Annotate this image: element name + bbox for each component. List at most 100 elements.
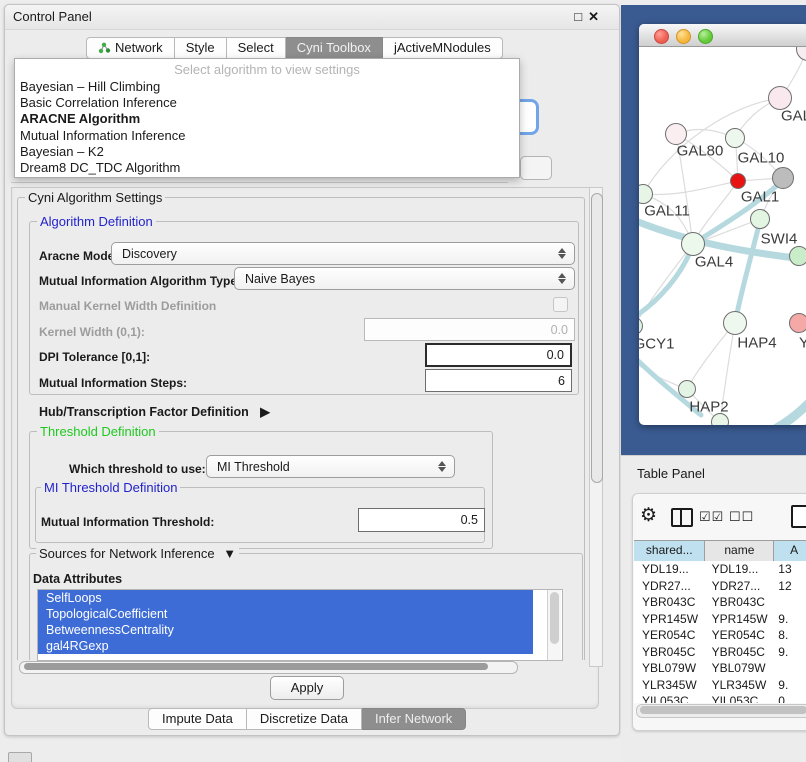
which-threshold-label: Which threshold to use: [69, 462, 206, 476]
kernel-width-label: Kernel Width (0,1): [39, 325, 145, 339]
dpi-tolerance-field[interactable]: 0.0 [425, 343, 572, 367]
data-attribute-item[interactable]: gal4RGexp [38, 638, 533, 654]
table-row[interactable]: YBL079WYBL079W [634, 660, 806, 677]
algorithm-option[interactable]: Mutual Information Inference [15, 128, 519, 144]
settings-vertical-scrollbar[interactable] [589, 187, 603, 667]
table-row[interactable]: YLR345WYLR345W9. [634, 677, 806, 694]
network-node-gal10[interactable] [725, 128, 745, 148]
tab-cyni-toolbox[interactable]: Cyni Toolbox [286, 37, 383, 59]
apply-button[interactable]: Apply [270, 676, 344, 700]
deselect-all-icon[interactable]: ☐☐ [729, 509, 754, 525]
select-all-icon[interactable]: ☑☑ [699, 509, 724, 525]
table-toolbar: ⚙ ☑☑ ☐☐ [633, 500, 806, 534]
network-node-y[interactable] [789, 313, 806, 333]
table-cell: YER054C [634, 627, 706, 644]
column-header[interactable]: A [774, 541, 806, 561]
table-cell: YDR27... [634, 578, 706, 595]
data-attribute-item[interactable]: TopologicalCoefficient [38, 606, 533, 622]
tab-label: Network [115, 38, 163, 58]
data-attribute-item[interactable]: SelfLoops [38, 590, 533, 606]
manual-kernel-width-label: Manual Kernel Width Definition [39, 299, 216, 313]
algorithm-option[interactable]: ARACNE Algorithm [15, 111, 519, 127]
collapse-down-icon: ▼ [223, 546, 236, 561]
new-table-icon[interactable] [791, 505, 806, 528]
network-node-hap4[interactable] [723, 311, 747, 335]
kernel-width-field[interactable]: 0.0 [364, 318, 575, 341]
tab-network[interactable]: Network [86, 37, 175, 59]
stepper-icon [558, 268, 566, 289]
mi-steps-field[interactable]: 6 [425, 369, 572, 392]
table-cell: YIL053C [634, 693, 706, 703]
network-node[interactable] [772, 167, 794, 189]
attributes-scrollbar[interactable] [547, 590, 561, 660]
algorithm-option[interactable]: Dream8 DC_TDC Algorithm [15, 160, 519, 176]
minimize-traffic-icon[interactable] [676, 29, 691, 44]
algorithm-option[interactable]: Basic Correlation Inference [15, 95, 519, 111]
network-node-swi4[interactable] [750, 209, 770, 229]
minimized-panel-icon[interactable] [8, 752, 32, 762]
node-label: GAL11 [644, 203, 690, 220]
stepper-icon [438, 456, 446, 477]
tab-infer-network[interactable]: Infer Network [362, 708, 466, 730]
network-node-gal4[interactable] [681, 232, 705, 256]
table-row[interactable]: YDR27...YDR27...12 [634, 578, 806, 595]
network-node-gal[interactable] [768, 86, 792, 110]
network-node-hap2[interactable] [678, 380, 696, 398]
data-attribute-item[interactable]: BetweennessCentrality [38, 622, 533, 638]
settings-gear-icon[interactable]: ⚙ [640, 504, 657, 527]
data-attributes-list[interactable]: SelfLoopsTopologicalCoefficientBetweenne… [37, 589, 563, 661]
node-label: GCY1 [639, 336, 674, 353]
tab-style[interactable]: Style [175, 37, 227, 59]
aracne-mode-select[interactable]: Discovery [111, 242, 575, 265]
sources-title: Sources for Network Inference [39, 546, 215, 561]
mi-threshold-field[interactable]: 0.5 [358, 508, 485, 532]
column-header[interactable]: name [705, 541, 774, 561]
close-window-icon[interactable]: ✕ [588, 9, 605, 24]
hidden-group-edge [11, 182, 508, 183]
mi-algorithm-type-select[interactable]: Naive Bayes [234, 267, 575, 290]
tab-select[interactable]: Select [227, 37, 286, 59]
table-cell: 12 [774, 578, 806, 595]
which-threshold-value: MI Threshold [217, 460, 290, 474]
table-row[interactable]: YDL19...YDL19...13 [634, 561, 806, 578]
mi-algorithm-type-label: Mutual Information Algorithm Type: [39, 274, 241, 288]
table-panel: Table Panel ⚙ ☑☑ ☐☐ shared...nameA YDL19… [621, 455, 806, 762]
table-cell: YER054C [706, 627, 775, 644]
sources-toggle[interactable]: Sources for Network Inference ▼ [36, 547, 239, 560]
network-node-gal1[interactable] [730, 173, 746, 189]
hub-definition-toggle[interactable]: Hub/Transcription Factor Definition ▶ [39, 404, 270, 419]
settings-horizontal-scrollbar[interactable] [19, 661, 518, 674]
table-horizontal-scrollbar[interactable] [636, 704, 806, 718]
table-row[interactable]: YBR043CYBR043C [634, 594, 806, 611]
network-canvas[interactable]: GALGAL80GAL10GAL1GAL11SWI4GAL4GCY1HAP4YH… [639, 47, 806, 425]
tab-impute-data[interactable]: Impute Data [148, 708, 247, 730]
network-desktop: GALGAL80GAL10GAL1GAL11SWI4GAL4GCY1HAP4YH… [621, 5, 806, 455]
table-row[interactable]: YER054CYER054C8. [634, 627, 806, 644]
threshold-definition-title: Threshold Definition [37, 425, 159, 438]
algorithm-option[interactable]: Bayesian – Hill Climbing [15, 79, 519, 95]
split-view-icon[interactable] [671, 508, 693, 527]
column-header[interactable]: shared... [634, 541, 705, 561]
mi-algorithm-type-value: Naive Bayes [245, 272, 315, 286]
table-row[interactable]: YBR045CYBR045C9. [634, 644, 806, 661]
table-panel-title: Table Panel [637, 466, 705, 481]
table-card: ⚙ ☑☑ ☐☐ shared...nameA YDL19...YDL19...1… [632, 493, 806, 731]
tab-discretize-data[interactable]: Discretize Data [247, 708, 362, 730]
algorithm-option[interactable]: Bayesian – K2 [15, 144, 519, 160]
close-traffic-icon[interactable] [654, 29, 669, 44]
network-window-titlebar[interactable] [639, 24, 806, 47]
app-screen: Control Panel □✕ NetworkStyleSelectCyni … [0, 0, 806, 762]
aracne-mode-label: Aracne Mode: [39, 249, 118, 263]
network-node[interactable] [711, 413, 729, 425]
network-node[interactable] [789, 246, 806, 266]
zoom-traffic-icon[interactable] [698, 29, 713, 44]
which-threshold-select[interactable]: MI Threshold [206, 455, 455, 478]
table-row[interactable]: YIL053CYIL053C0. [634, 693, 806, 703]
manual-kernel-width-checkbox[interactable] [553, 297, 568, 312]
table-row[interactable]: YPR145WYPR145W9. [634, 611, 806, 628]
float-window-icon[interactable]: □ [574, 9, 588, 24]
table-cell: YBR045C [706, 644, 775, 661]
tab-jactivemnodules[interactable]: jActiveMNodules [383, 37, 503, 59]
table-cell: YDL19... [706, 561, 775, 578]
cyni-mode-tab-bar: Impute DataDiscretize DataInfer Network [148, 708, 466, 730]
